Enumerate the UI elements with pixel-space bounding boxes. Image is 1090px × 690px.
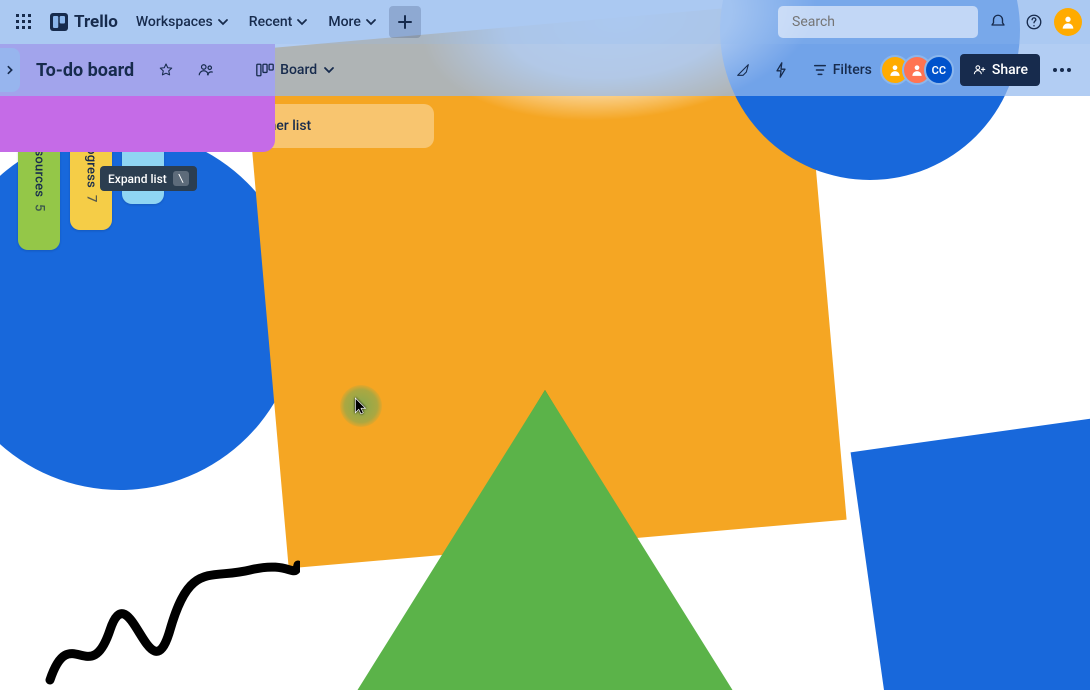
trello-logo[interactable]: Trello: [44, 6, 124, 38]
help-icon[interactable]: [1018, 6, 1050, 38]
filters-label: Filters: [833, 62, 872, 78]
nav-workspaces-label: Workspaces: [136, 14, 213, 30]
view-switcher-label: Board: [280, 62, 317, 78]
chevron-down-icon: [323, 64, 335, 76]
rocket-icon[interactable]: [727, 54, 759, 86]
share-button[interactable]: Share: [960, 54, 1040, 86]
board-menu-icon[interactable]: [1046, 54, 1078, 86]
cursor-highlight: [340, 385, 382, 427]
board-view-icon: [256, 63, 274, 77]
tooltip-shortcut: \: [173, 171, 190, 186]
tooltip-text: Expand list: [108, 172, 167, 186]
bg-squiggle: [40, 560, 300, 690]
trello-board-icon: [50, 13, 68, 31]
star-board-icon[interactable]: [150, 54, 182, 86]
chevron-down-icon: [217, 16, 229, 28]
nav-more[interactable]: More: [320, 6, 385, 38]
view-switcher[interactable]: Board: [246, 54, 345, 86]
board-header: To-do board Board Filters CC Share: [0, 44, 1090, 96]
board-title[interactable]: To-do board: [28, 56, 142, 85]
account-avatar[interactable]: [1054, 8, 1082, 36]
notifications-icon[interactable]: [982, 6, 1014, 38]
trello-logo-text: Trello: [74, 12, 118, 32]
expand-list-tooltip: Expand list \: [100, 166, 197, 191]
sidebar-expand-button[interactable]: [0, 48, 20, 92]
search-field[interactable]: [792, 14, 970, 30]
chevron-down-icon: [296, 16, 308, 28]
chevron-right-icon: [5, 65, 15, 75]
bg-shape-rect-blue: [851, 411, 1090, 690]
nav-more-label: More: [328, 14, 361, 30]
workspace-visibility-icon[interactable]: [190, 54, 222, 86]
nav-recent-label: Recent: [249, 14, 293, 30]
cursor-icon: [354, 397, 368, 415]
nav-workspaces[interactable]: Workspaces: [128, 6, 237, 38]
search-input[interactable]: [778, 6, 978, 38]
bg-shape-triangle-green: [345, 390, 745, 690]
filters-button[interactable]: Filters: [803, 54, 882, 86]
chevron-down-icon: [365, 16, 377, 28]
automation-icon[interactable]: [765, 54, 797, 86]
plus-icon: [398, 15, 412, 29]
board-members[interactable]: CC: [888, 55, 954, 85]
nav-recent[interactable]: Recent: [241, 6, 317, 38]
global-nav: Trello Workspaces Recent More: [0, 0, 1090, 44]
share-label: Share: [992, 62, 1028, 78]
filter-icon: [813, 63, 827, 77]
member-avatar[interactable]: CC: [924, 55, 954, 85]
app-switcher-icon[interactable]: [8, 6, 40, 38]
share-person-icon: [972, 63, 986, 77]
create-button[interactable]: [389, 6, 421, 38]
